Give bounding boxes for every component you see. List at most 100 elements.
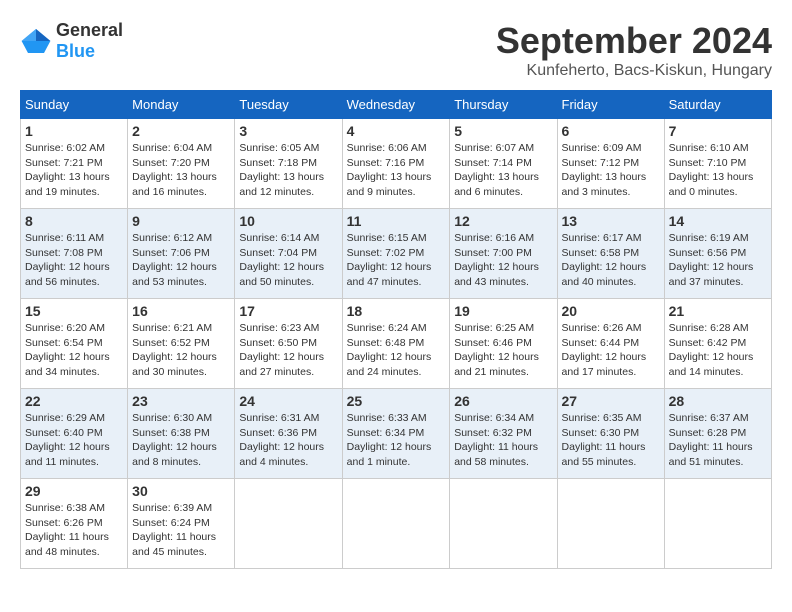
day-info-line: Daylight: 11 hours <box>132 531 216 543</box>
day-info: Sunrise: 6:26 AMSunset: 6:44 PMDaylight:… <box>562 321 660 380</box>
calendar-week-1: 1Sunrise: 6:02 AMSunset: 7:21 PMDaylight… <box>21 119 772 209</box>
day-number: 24 <box>239 393 337 409</box>
day-info-line: Sunrise: 6:12 AM <box>132 232 212 244</box>
empty-cell <box>342 479 450 569</box>
day-info-line: Sunset: 6:52 PM <box>132 337 210 349</box>
day-info-line: Sunrise: 6:35 AM <box>562 412 642 424</box>
day-info: Sunrise: 6:25 AMSunset: 6:46 PMDaylight:… <box>454 321 552 380</box>
day-number: 25 <box>347 393 446 409</box>
day-info: Sunrise: 6:15 AMSunset: 7:02 PMDaylight:… <box>347 231 446 290</box>
day-info-line: Sunrise: 6:34 AM <box>454 412 534 424</box>
day-cell-23: 23Sunrise: 6:30 AMSunset: 6:38 PMDayligh… <box>128 389 235 479</box>
day-number: 30 <box>132 483 230 499</box>
page-header: General Blue September 2024 Kunfeherto, … <box>20 20 772 80</box>
day-info-line: and 4 minutes. <box>239 456 308 468</box>
month-title: September 2024 <box>496 20 772 62</box>
day-info-line: and 3 minutes. <box>562 186 631 198</box>
empty-cell <box>664 479 771 569</box>
day-info-line: Sunrise: 6:31 AM <box>239 412 319 424</box>
day-info-line: Sunset: 6:28 PM <box>669 427 747 439</box>
day-cell-12: 12Sunrise: 6:16 AMSunset: 7:00 PMDayligh… <box>450 209 557 299</box>
day-info-line: and 6 minutes. <box>454 186 523 198</box>
weekday-header-thursday: Thursday <box>450 91 557 119</box>
weekday-header-friday: Friday <box>557 91 664 119</box>
day-number: 23 <box>132 393 230 409</box>
day-info-line: Daylight: 12 hours <box>132 441 217 453</box>
day-info: Sunrise: 6:23 AMSunset: 6:50 PMDaylight:… <box>239 321 337 380</box>
day-info-line: and 21 minutes. <box>454 366 529 378</box>
day-number: 9 <box>132 213 230 229</box>
day-info-line: Daylight: 11 hours <box>669 441 753 453</box>
day-info-line: Sunrise: 6:26 AM <box>562 322 642 334</box>
day-info-line: and 45 minutes. <box>132 546 207 558</box>
day-info-line: Sunset: 7:18 PM <box>239 157 317 169</box>
weekday-header-sunday: Sunday <box>21 91 128 119</box>
logo-general: General <box>56 20 123 40</box>
day-info-line: Sunset: 6:36 PM <box>239 427 317 439</box>
logo-icon <box>20 25 52 57</box>
day-info-line: and 16 minutes. <box>132 186 207 198</box>
day-cell-25: 25 Sunrise: 6:33 AMSunset: 6:34 PMDayligh… <box>342 389 450 479</box>
day-info: Sunrise: 6:09 AMSunset: 7:12 PMDaylight:… <box>562 141 660 200</box>
day-info-line: Daylight: 13 hours <box>239 171 324 183</box>
day-number: 10 <box>239 213 337 229</box>
day-info-line: Sunrise: 6:23 AM <box>239 322 319 334</box>
day-info-line: Sunset: 6:48 PM <box>347 337 425 349</box>
day-number: 11 <box>347 213 446 229</box>
day-info-line: and 14 minutes. <box>669 366 744 378</box>
day-info-line: Sunset: 6:38 PM <box>132 427 210 439</box>
day-info-line: Sunrise: 6:33 AM <box>347 412 427 424</box>
empty-cell <box>450 479 557 569</box>
day-info-line: Daylight: 12 hours <box>132 261 217 273</box>
day-info-line: Sunrise: 6:04 AM <box>132 142 212 154</box>
weekday-header-row: SundayMondayTuesdayWednesdayThursdayFrid… <box>21 91 772 119</box>
day-info-line: Daylight: 13 hours <box>669 171 754 183</box>
calendar-week-2: 8Sunrise: 6:11 AMSunset: 7:08 PMDaylight… <box>21 209 772 299</box>
day-cell-1: 1Sunrise: 6:02 AMSunset: 7:21 PMDaylight… <box>21 119 128 209</box>
day-cell-5: 5Sunrise: 6:07 AMSunset: 7:14 PMDaylight… <box>450 119 557 209</box>
day-info: Sunrise: 6:02 AMSunset: 7:21 PMDaylight:… <box>25 141 123 200</box>
day-info-line: and 58 minutes. <box>454 456 529 468</box>
day-info: Sunrise: 6:11 AMSunset: 7:08 PMDaylight:… <box>25 231 123 290</box>
day-info-line: Sunset: 7:20 PM <box>132 157 210 169</box>
weekday-header-tuesday: Tuesday <box>235 91 342 119</box>
day-cell-9: 9Sunrise: 6:12 AMSunset: 7:06 PMDaylight… <box>128 209 235 299</box>
day-info: Sunrise: 6:33 AMSunset: 6:34 PMDaylight:… <box>347 411 446 470</box>
day-info-line: Sunrise: 6:38 AM <box>25 502 105 514</box>
day-info-line: and 55 minutes. <box>562 456 637 468</box>
day-info-line: Sunrise: 6:17 AM <box>562 232 642 244</box>
day-info-line: and 37 minutes. <box>669 276 744 288</box>
day-info-line: Sunrise: 6:16 AM <box>454 232 534 244</box>
day-info-line: Sunset: 7:14 PM <box>454 157 532 169</box>
day-number: 29 <box>25 483 123 499</box>
day-info-line: Daylight: 12 hours <box>562 261 647 273</box>
day-info-line: Sunrise: 6:10 AM <box>669 142 749 154</box>
day-number: 3 <box>239 123 337 139</box>
day-info: Sunrise: 6:17 AMSunset: 6:58 PMDaylight:… <box>562 231 660 290</box>
day-info-line: Sunrise: 6:39 AM <box>132 502 212 514</box>
empty-cell <box>235 479 342 569</box>
day-info-line: Daylight: 12 hours <box>347 261 432 273</box>
weekday-header-saturday: Saturday <box>664 91 771 119</box>
day-info-line: Sunrise: 6:05 AM <box>239 142 319 154</box>
day-info-line: and 17 minutes. <box>562 366 637 378</box>
day-info-line: Daylight: 13 hours <box>132 171 217 183</box>
day-cell-2: 2Sunrise: 6:04 AMSunset: 7:20 PMDaylight… <box>128 119 235 209</box>
day-info: Sunrise: 6:16 AMSunset: 7:00 PMDaylight:… <box>454 231 552 290</box>
day-cell-15: 15Sunrise: 6:20 AMSunset: 6:54 PMDayligh… <box>21 299 128 389</box>
day-info-line: and 48 minutes. <box>25 546 100 558</box>
day-cell-17: 17Sunrise: 6:23 AMSunset: 6:50 PMDayligh… <box>235 299 342 389</box>
day-number: 28 <box>669 393 767 409</box>
day-info-line: Sunset: 6:46 PM <box>454 337 532 349</box>
day-info-line: Sunrise: 6:02 AM <box>25 142 105 154</box>
day-info: Sunrise: 6:04 AM Sunset: 7:20 PM Daylight:… <box>132 141 230 200</box>
day-info-line: and 50 minutes. <box>239 276 314 288</box>
day-info-line: Daylight: 12 hours <box>562 351 647 363</box>
day-number: 16 <box>132 303 230 319</box>
day-info-line: Sunset: 7:08 PM <box>25 247 103 259</box>
day-info-line: Sunrise: 6:07 AM <box>454 142 534 154</box>
day-info-line: and 24 minutes. <box>347 366 422 378</box>
day-info-line: and 53 minutes. <box>132 276 207 288</box>
day-info: Sunrise: 6:39 AMSunset: 6:24 PMDaylight:… <box>132 501 230 560</box>
day-info-line: Sunset: 6:54 PM <box>25 337 103 349</box>
